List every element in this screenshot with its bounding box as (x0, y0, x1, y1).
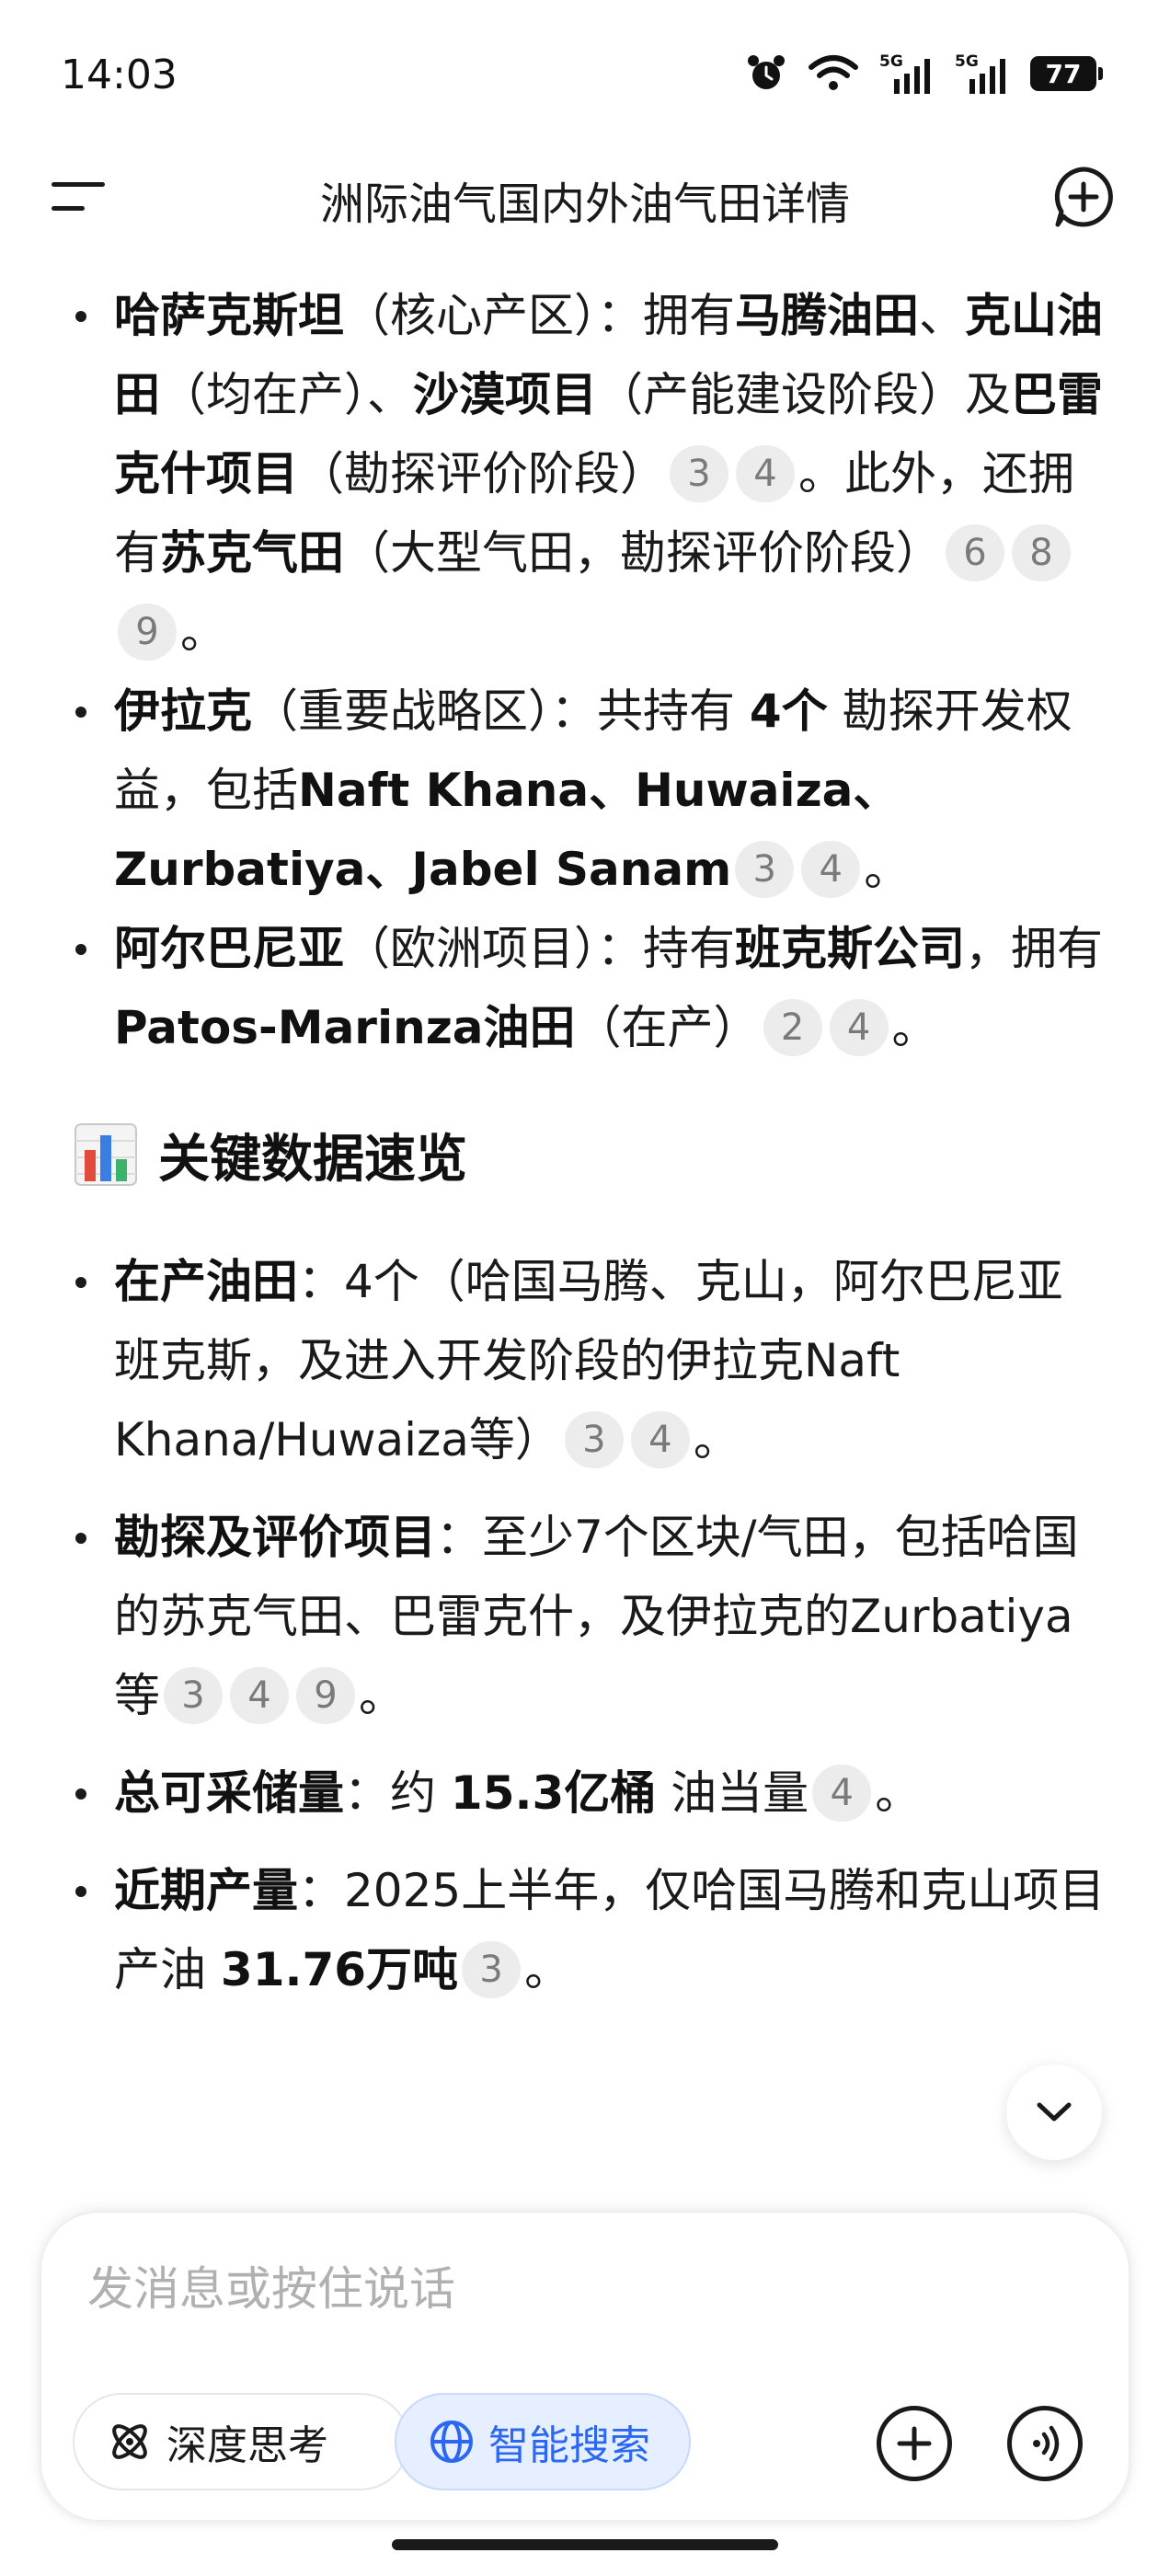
signal-5g-icon-2: 5G (955, 52, 1005, 94)
item-text: 。 (693, 1413, 740, 1466)
smart-search-button[interactable]: 智能搜索 (395, 2393, 691, 2490)
field-name: Patos-Marinza油田 (114, 1001, 576, 1054)
item-text: （均在产）、 (160, 368, 413, 421)
item-text: （重要战略区）：共持有 (252, 684, 750, 738)
message-input[interactable] (87, 2257, 1007, 2321)
svg-text:5G: 5G (955, 52, 979, 71)
item-text: （产能建设阶段）及 (597, 368, 1011, 421)
list-item-iraq: 伊拉克（重要战略区）：共持有 4个 勘探开发权益，包括Naft Khana、Hu… (0, 672, 1170, 909)
item-value: 15.3亿桶 (450, 1766, 657, 1820)
composer: 深度思考 智能搜索 (40, 2212, 1130, 2521)
list-item-producing-fields: 在产油田：4个（哈国马腾、克山，阿尔巴尼亚班克斯，及进入开发阶段的伊拉克Naft… (0, 1242, 1170, 1479)
section-title: 关键数据速览 (158, 1129, 467, 1190)
item-text: （大型气田，勘探评价阶段） (344, 526, 942, 580)
item-label: 近期产量 (114, 1864, 298, 1917)
status-icons: 5G 5G 77 (745, 48, 1103, 99)
add-attachment-button[interactable] (877, 2406, 952, 2481)
deep-think-button[interactable]: 深度思考 (73, 2393, 409, 2490)
item-text: ，拥有 (965, 922, 1103, 975)
new-chat-button[interactable] (1050, 164, 1117, 230)
voice-wave-icon (1033, 2425, 1060, 2462)
country-name: 阿尔巴尼亚 (114, 922, 344, 975)
key-data-list: 在产油田：4个（哈国马腾、克山，阿尔巴尼亚班克斯，及进入开发阶段的伊拉克Naft… (0, 1242, 1170, 2009)
list-item-kazakhstan: 哈萨克斯坦（核心产区）：拥有马腾油田、克山油田（均在产）、沙漠项目（产能建设阶段… (0, 276, 1170, 672)
field-name: 沙漠项目 (413, 368, 597, 421)
new-chat-icon (1054, 167, 1113, 227)
citation-badge[interactable]: 3 (670, 444, 728, 502)
battery-icon: 77 (1030, 56, 1103, 91)
item-label: 勘探及评价项目 (114, 1511, 436, 1564)
country-name: 哈萨克斯坦 (114, 289, 344, 342)
citation-badge[interactable]: 2 (763, 998, 822, 1056)
section-heading: 关键数据速览 (0, 1113, 1170, 1196)
field-name: 苏克气田 (160, 526, 344, 580)
citation-badge[interactable]: 9 (118, 603, 177, 661)
citation-badge[interactable]: 4 (829, 998, 889, 1056)
citation-badge[interactable]: 8 (1012, 523, 1071, 581)
atom-icon (112, 2424, 147, 2459)
citation-badge[interactable]: 4 (630, 1410, 690, 1468)
citation-badge[interactable]: 4 (736, 444, 795, 502)
item-text: 。 (864, 843, 911, 896)
item-label: 在产油田 (114, 1255, 298, 1308)
company-name: 班克斯公司 (735, 922, 965, 975)
app-header: 洲际油气国内外油气田详情 (0, 147, 1170, 248)
status-time: 14:03 (61, 52, 178, 98)
item-text: （欧洲项目）：持有 (344, 922, 735, 975)
signal-5g-icon: 5G (879, 52, 930, 94)
item-text: （在产） (575, 1001, 760, 1054)
plus-icon (897, 2426, 932, 2461)
home-indicator[interactable] (392, 2539, 778, 2550)
globe-icon (430, 2421, 473, 2463)
citation-badge[interactable]: 6 (946, 523, 1004, 581)
item-text: ：约 (344, 1766, 451, 1820)
list-item-exploration: 勘探及评价项目：至少7个区块/气田，包括哈国的苏克气田、巴雷克什，及伊拉克的Zu… (0, 1498, 1170, 1735)
page-title: 洲际油气国内外油气田详情 (319, 178, 850, 230)
citation-badge[interactable]: 3 (735, 840, 795, 898)
item-text: 。 (875, 1766, 922, 1820)
country-name: 伊拉克 (114, 684, 252, 738)
item-text: 。 (359, 1669, 405, 1722)
voice-call-button[interactable] (1007, 2406, 1083, 2481)
bar-chart-icon (75, 1123, 137, 1186)
smart-search-label: 智能搜索 (488, 2422, 650, 2469)
citation-badge[interactable]: 4 (230, 1666, 289, 1724)
citation-badge[interactable]: 9 (296, 1666, 355, 1724)
item-text: （核心产区）：拥有 (344, 289, 735, 342)
item-value: 31.76万吨 (220, 1943, 459, 1996)
item-text: 油当量 (656, 1766, 809, 1820)
count-value: 4个 (749, 684, 828, 738)
item-text: 、 (919, 289, 965, 342)
item-text: （勘探评价阶段） (298, 447, 666, 500)
list-item-reserves: 总可采储量：约 15.3亿桶 油当量 4。 (0, 1754, 1170, 1833)
field-name: 马腾油田 (735, 289, 919, 342)
status-bar: 14:03 5G 5G 77 (0, 0, 1170, 147)
alarm-icon (748, 55, 785, 89)
item-text: 。 (524, 1943, 571, 1996)
citation-badge[interactable]: 3 (462, 1940, 522, 1998)
item-text: 。 (180, 605, 226, 659)
citation-badge[interactable]: 3 (164, 1666, 223, 1724)
list-item-production: 近期产量：2025上半年，仅哈国马腾和克山项目产油 31.76万吨 3。 (0, 1851, 1170, 2009)
chevron-down-icon (1037, 2102, 1072, 2122)
chat-content[interactable]: 哈萨克斯坦（核心产区）：拥有马腾油田、克山油田（均在产）、沙漠项目（产能建设阶段… (0, 267, 1170, 2180)
citation-badge[interactable]: 4 (801, 840, 861, 898)
region-list: 哈萨克斯坦（核心产区）：拥有马腾油田、克山油田（均在产）、沙漠项目（产能建设阶段… (0, 276, 1170, 1067)
list-item-albania: 阿尔巴尼亚（欧洲项目）：持有班克斯公司，拥有 Patos-Marinza油田（在产… (0, 909, 1170, 1067)
citation-badge[interactable]: 3 (564, 1410, 624, 1468)
deep-think-label: 深度思考 (166, 2422, 328, 2469)
scroll-down-button[interactable] (1006, 2064, 1102, 2160)
wifi-icon (809, 55, 858, 90)
item-label: 总可采储量 (114, 1766, 344, 1820)
svg-text:5G: 5G (879, 52, 903, 71)
item-text: 。 (891, 1001, 938, 1054)
citation-badge[interactable]: 4 (812, 1764, 872, 1822)
